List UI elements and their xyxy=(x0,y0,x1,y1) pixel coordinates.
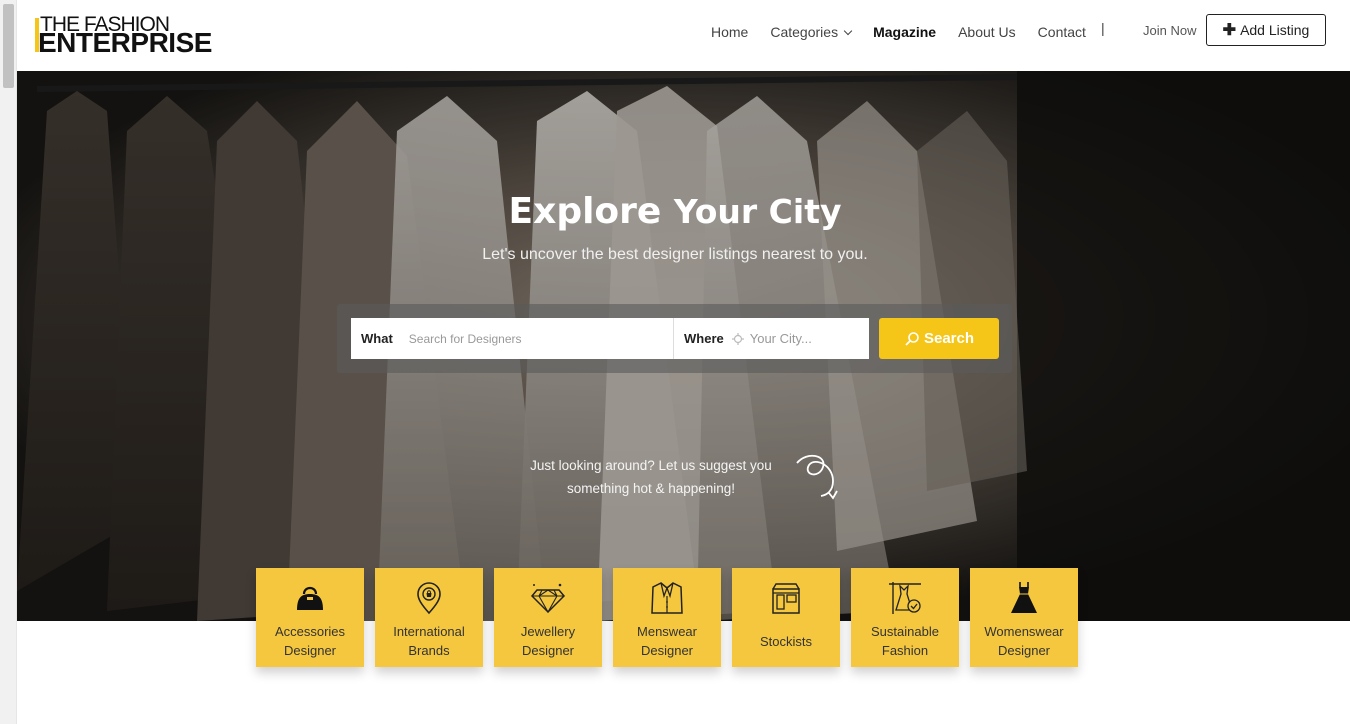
nav-categories[interactable]: Categories xyxy=(770,24,853,40)
search-button-label: Search xyxy=(923,330,975,347)
category-label-line2: Designer xyxy=(283,643,337,658)
hero-title-rest: Your City xyxy=(673,192,842,231)
logo-bottom-text: ENTERPRISE xyxy=(38,27,212,58)
nav-magazine[interactable]: Magazine xyxy=(873,24,936,40)
category-menswear-designer[interactable]: Menswear Designer xyxy=(613,568,721,667)
category-jewellery-designer[interactable]: Jewellery Designer xyxy=(494,568,602,667)
category-label-line1: Accessories xyxy=(274,624,346,639)
category-label-line2: Designer xyxy=(521,643,575,658)
category-womenswear-designer[interactable]: Womenswear Designer xyxy=(970,568,1078,667)
category-tiles: Accessories Designer International Brand… xyxy=(256,568,1078,667)
category-label: International Brands xyxy=(375,622,483,660)
eco-dress-icon xyxy=(889,582,921,614)
suggest-line-2: something hot & happening! xyxy=(566,481,736,496)
add-listing-button[interactable]: ✚ Add Listing xyxy=(1206,14,1326,46)
search-button[interactable]: Search xyxy=(879,318,999,359)
nav-about-us[interactable]: About Us xyxy=(958,24,1016,40)
suit-jacket-icon xyxy=(651,582,683,614)
category-label-line1: Menswear xyxy=(637,624,697,639)
category-label-line2: Designer xyxy=(640,643,694,658)
category-label: Stockists xyxy=(732,632,840,651)
join-now-link[interactable]: Join Now xyxy=(1143,23,1196,38)
plus-icon: ✚ xyxy=(1222,22,1237,39)
hero-section: Explore Your City Let's uncover the best… xyxy=(17,71,1350,621)
site-header: THE FASHION ENTERPRISE Home Categories M… xyxy=(17,0,1350,71)
category-label-line2: Fashion xyxy=(881,643,929,658)
category-accessories-designer[interactable]: Accessories Designer xyxy=(256,568,364,667)
dress-icon xyxy=(1011,582,1037,613)
category-label: Jewellery Designer xyxy=(494,622,602,660)
suggest-text: Just looking around? Let us suggest you … xyxy=(517,454,785,500)
scrollbar-thumb[interactable] xyxy=(3,4,14,88)
page: THE FASHION ENTERPRISE Home Categories M… xyxy=(17,0,1350,724)
category-stockists[interactable]: Stockists xyxy=(732,568,840,667)
what-label: What xyxy=(361,331,393,346)
handbag-icon xyxy=(297,586,323,610)
store-icon xyxy=(772,583,800,614)
category-label-line2: Designer xyxy=(997,643,1051,658)
where-field: Where xyxy=(674,318,869,359)
suggest-line-1: Just looking around? Let us suggest you xyxy=(530,458,772,473)
nav-home[interactable]: Home xyxy=(711,24,748,40)
add-listing-label: Add Listing xyxy=(1240,22,1310,38)
category-label: Womenswear Designer xyxy=(970,622,1078,660)
nav-categories-label: Categories xyxy=(770,24,839,40)
hero-subtitle: Let's uncover the best designer listings… xyxy=(482,246,868,263)
what-input[interactable] xyxy=(408,331,629,346)
category-label-line1: Womenswear xyxy=(984,624,1064,639)
locate-icon[interactable] xyxy=(731,332,744,345)
where-input[interactable] xyxy=(749,331,860,346)
search-icon xyxy=(905,331,919,346)
category-label: Accessories Designer xyxy=(256,622,364,660)
hero-title-bold: Explore xyxy=(508,191,662,232)
swirl-arrow-icon xyxy=(796,454,838,500)
category-label-line1: Jewellery xyxy=(520,624,576,639)
category-label-line1: International xyxy=(393,624,465,639)
nav-separator: | xyxy=(1101,20,1105,36)
category-international-brands[interactable]: International Brands xyxy=(375,568,483,667)
category-label: Menswear Designer xyxy=(613,622,721,660)
category-label-line1: Sustainable xyxy=(871,624,939,639)
where-label: Where xyxy=(684,331,724,346)
search-bar: What Where Search xyxy=(337,304,1012,373)
category-label: Sustainable Fashion xyxy=(851,622,959,660)
main-nav: Home Categories Magazine About Us Contac… xyxy=(711,22,1108,42)
hero-title: Explore Your City xyxy=(17,191,1333,232)
site-logo[interactable]: THE FASHION ENTERPRISE xyxy=(35,14,212,58)
category-sustainable-fashion[interactable]: Sustainable Fashion xyxy=(851,568,959,667)
nav-contact[interactable]: Contact xyxy=(1038,24,1086,40)
category-label-line2: Brands xyxy=(408,643,450,658)
chevron-down-icon xyxy=(843,26,853,36)
map-pin-icon xyxy=(417,582,441,615)
category-label-line1: Stockists xyxy=(759,634,812,649)
page-scrollbar[interactable] xyxy=(0,0,17,724)
what-field: What xyxy=(351,318,674,359)
diamond-icon xyxy=(530,583,566,614)
